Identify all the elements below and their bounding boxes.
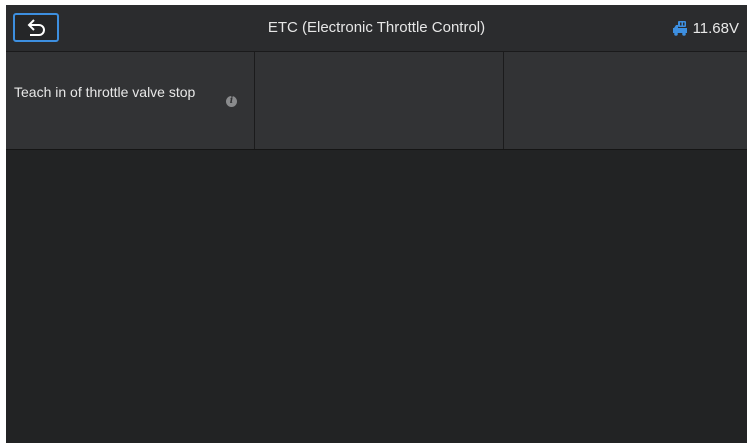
- function-grid: Teach in of throttle valve stop i: [6, 52, 747, 150]
- page-title: ETC (Electronic Throttle Control): [267, 19, 486, 36]
- info-icon[interactable]: i: [226, 96, 237, 107]
- battery-status: 11.68V: [671, 5, 739, 51]
- back-arrow-icon: [27, 19, 45, 36]
- function-label: Teach in of throttle valve stop: [14, 84, 196, 100]
- empty-cell: [255, 52, 504, 149]
- header-bar: ETC (Electronic Throttle Control) 11.68V: [6, 5, 747, 52]
- vehicle-battery-icon: [672, 20, 687, 36]
- back-button[interactable]: [13, 13, 59, 42]
- empty-cell: [504, 52, 747, 149]
- screen: ETC (Electronic Throttle Control) 11.68V…: [6, 5, 747, 443]
- function-item-teach-in[interactable]: Teach in of throttle valve stop i: [6, 52, 255, 149]
- battery-voltage: 11.68V: [692, 19, 739, 37]
